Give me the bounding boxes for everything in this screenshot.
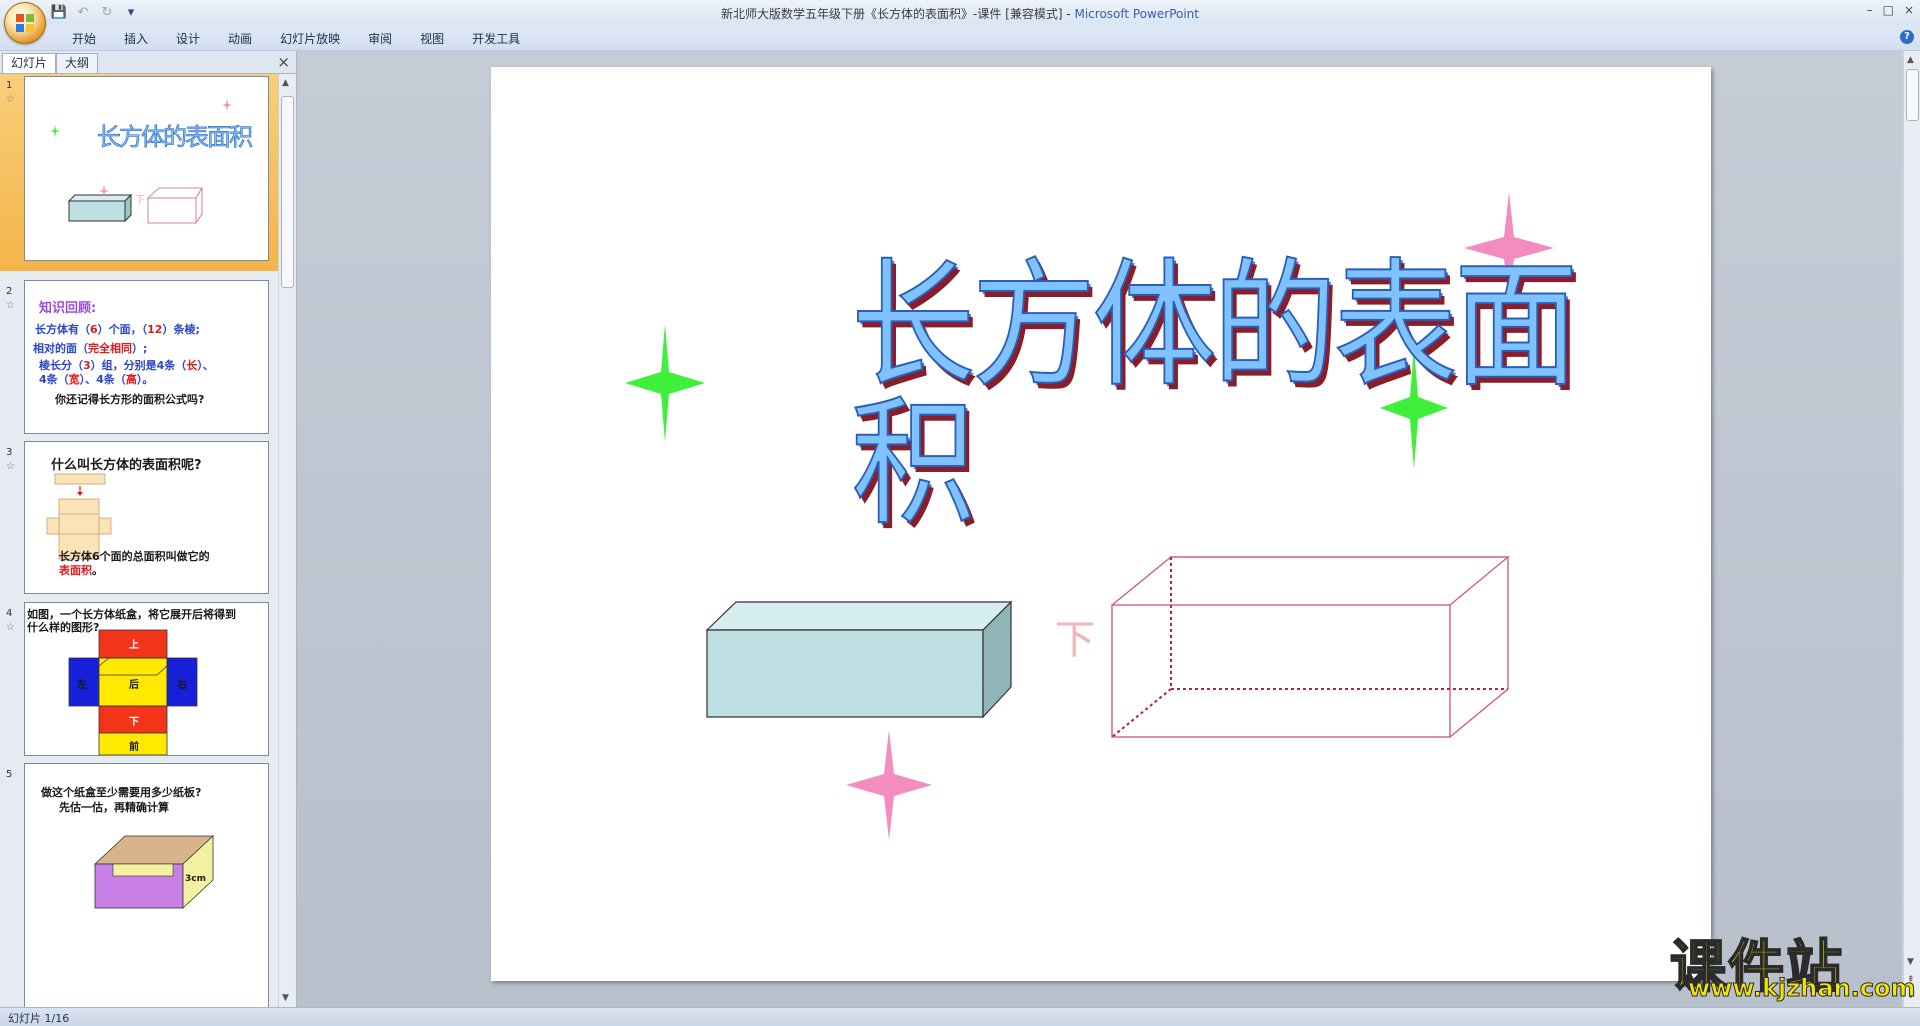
- tab-animations[interactable]: 动画: [214, 30, 266, 48]
- sparkle-green-left: [625, 324, 705, 442]
- scroll-up-arrow-icon[interactable]: ▲: [1907, 55, 1914, 65]
- thumb-text-line-2: 表面积。: [59, 564, 103, 577]
- close-button[interactable]: ×: [1904, 3, 1914, 17]
- thumbnail-preview: 知识回顾: 长方体有（6）个面，（12）条棱; 相对的面（完全相同）; 棱长分（…: [24, 280, 269, 434]
- tab-slides[interactable]: 幻灯片: [2, 53, 57, 73]
- face-bottom: 下: [129, 717, 139, 728]
- wire-box-hidden: [1170, 557, 1508, 690]
- animation-star-icon: ☆: [6, 461, 15, 472]
- slide-thumbnail-5[interactable]: 5 做这个纸盒至少需要用多少纸板? 先估一估，再精确计算 3cm: [0, 763, 278, 1007]
- slide-number: 4: [6, 608, 13, 619]
- panel-close-button[interactable]: ×: [277, 53, 290, 71]
- thumb-line-1: 长方体有（6）个面，（12）条棱;: [35, 323, 200, 336]
- cuboid-top-face: [705, 601, 1013, 631]
- panel-tabs: 幻灯片 大纲 ×: [0, 51, 296, 74]
- app-name: Microsoft PowerPoint: [1074, 7, 1199, 21]
- slide-editor: 长方体的表面积 下: [297, 51, 1902, 1007]
- thumbnail-preview: 什么叫长方体的表面积呢? 长方体6个面的总面积叫做它的 表面积。: [24, 441, 269, 594]
- slide-number: 3: [6, 447, 13, 458]
- animation-star-icon: ☆: [6, 94, 15, 105]
- help-icon[interactable]: ?: [1900, 30, 1914, 44]
- slide-counter: 幻灯片 1/16: [8, 1012, 70, 1025]
- tab-home[interactable]: 开始: [58, 30, 110, 48]
- thumb-label-down: 下: [135, 195, 145, 206]
- slide-number: 2: [6, 286, 13, 297]
- tab-view[interactable]: 视图: [406, 30, 458, 48]
- sparkle-pink-bottom: [846, 730, 932, 840]
- watermark-logo: 课件站 www.kjzhan.com: [1669, 922, 1916, 1003]
- thumb-line-4: 4条（宽）、4条（高）。: [39, 373, 154, 386]
- thumb-dimension: 3cm: [185, 874, 206, 884]
- title-bar: 💾 ↶ ↻ ▾ 新北师大版数学五年级下册《长方体的表面积》-课件 [兼容模式] …: [0, 0, 1920, 44]
- tab-insert[interactable]: 插入: [110, 30, 162, 48]
- thumbnail-scrollbar[interactable]: ▲ ▼: [278, 74, 295, 1007]
- animation-star-icon: ☆: [6, 622, 15, 633]
- document-title: 新北师大版数学五年级下册《长方体的表面积》-课件 [兼容模式] -: [721, 7, 1075, 21]
- thumb-heading: 知识回顾:: [39, 301, 97, 316]
- scroll-up-arrow-icon[interactable]: ▲: [282, 78, 289, 88]
- slide-number: 5: [6, 769, 13, 780]
- tab-slideshow[interactable]: 幻灯片放映: [266, 30, 354, 48]
- scroll-thumb[interactable]: [1906, 69, 1919, 121]
- tab-outline[interactable]: 大纲: [56, 53, 99, 73]
- face-front: 前: [129, 742, 139, 753]
- current-slide[interactable]: 长方体的表面积 下: [491, 67, 1711, 981]
- animation-star-icon: ☆: [6, 300, 15, 311]
- face-back: 后: [129, 680, 139, 691]
- thumbnail-list: 1 ☆ 长方体的表面积 下 2 ☆ 知识回顾: 长方体有（6）个面，（12）条棱…: [0, 74, 278, 1007]
- editor-scrollbar[interactable]: ▲ ▼ ⇞ ⇟: [1903, 51, 1920, 1007]
- cuboid-front-face: [706, 629, 984, 718]
- thumbnail-preview: 长方体的表面积 下: [24, 76, 269, 261]
- maximize-button[interactable]: □: [1883, 3, 1894, 17]
- thumb-question: 你还记得长方形的面积公式吗?: [55, 393, 205, 406]
- label-down[interactable]: 下: [1055, 607, 1095, 665]
- slide-number: 1: [6, 80, 13, 91]
- slide-thumbnail-1[interactable]: 1 ☆ 长方体的表面积 下: [0, 74, 278, 271]
- minimize-button[interactable]: –: [1867, 3, 1873, 17]
- window-title: 新北师大版数学五年级下册《长方体的表面积》-课件 [兼容模式] - Micros…: [0, 5, 1920, 22]
- office-button[interactable]: [4, 2, 46, 44]
- face-top: 上: [129, 640, 139, 651]
- slide-thumbnail-4[interactable]: 4 ☆ 如图，一个长方体纸盒，将它展开后将得到 什么样的图形? 上 左 后 右 …: [0, 602, 278, 760]
- ribbon: 开始 插入 设计 动画 幻灯片放映 审阅 视图 开发工具 ?: [0, 26, 1920, 51]
- scroll-down-arrow-icon[interactable]: ▼: [1907, 957, 1914, 967]
- thumb-unfold-diagram: [68, 629, 198, 755]
- face-left: 左: [77, 680, 87, 691]
- tab-review[interactable]: 审阅: [354, 30, 406, 48]
- face-right: 右: [177, 680, 187, 691]
- slide-title[interactable]: 长方体的表面积: [850, 256, 1625, 534]
- thumb-box-diagram: [93, 835, 215, 909]
- window-controls: – □ ×: [1867, 3, 1914, 17]
- wire-box-hidden-diag: [1111, 688, 1172, 738]
- wire-box-front: [1111, 604, 1451, 738]
- ribbon-tabs: 开始 插入 设计 动画 幻灯片放映 审阅 视图 开发工具: [58, 30, 534, 48]
- thumb-line-2: 相对的面（完全相同）;: [33, 342, 148, 355]
- wire-box-right: [1449, 557, 1509, 738]
- scroll-thumb[interactable]: [281, 96, 294, 288]
- thumbnail-preview: 如图，一个长方体纸盒，将它展开后将得到 什么样的图形? 上 左 后 右 下 前: [24, 602, 269, 756]
- slide-thumbnail-3[interactable]: 3 ☆ 什么叫长方体的表面积呢? 长方体6个面的总面积叫做它的 表面积。: [0, 441, 278, 599]
- thumbnail-preview: 做这个纸盒至少需要用多少纸板? 先估一估，再精确计算 3cm: [24, 763, 269, 1007]
- tab-design[interactable]: 设计: [162, 30, 214, 48]
- slide-thumbnail-2[interactable]: 2 ☆ 知识回顾: 长方体有（6）个面，（12）条棱; 相对的面（完全相同）; …: [0, 280, 278, 438]
- tab-developer[interactable]: 开发工具: [458, 30, 534, 48]
- thumb-shapes: [50, 99, 232, 224]
- scroll-down-arrow-icon[interactable]: ▼: [282, 993, 289, 1003]
- watermark-url: www.kjzhan.com: [1687, 974, 1916, 1003]
- status-bar: 幻灯片 1/16: [0, 1007, 1920, 1026]
- slides-panel: 幻灯片 大纲 × 1 ☆ 长方体的表面积 下 2 ☆ 知识回顾: 长方体有（6）…: [0, 51, 297, 1007]
- office-logo-icon: [16, 14, 34, 32]
